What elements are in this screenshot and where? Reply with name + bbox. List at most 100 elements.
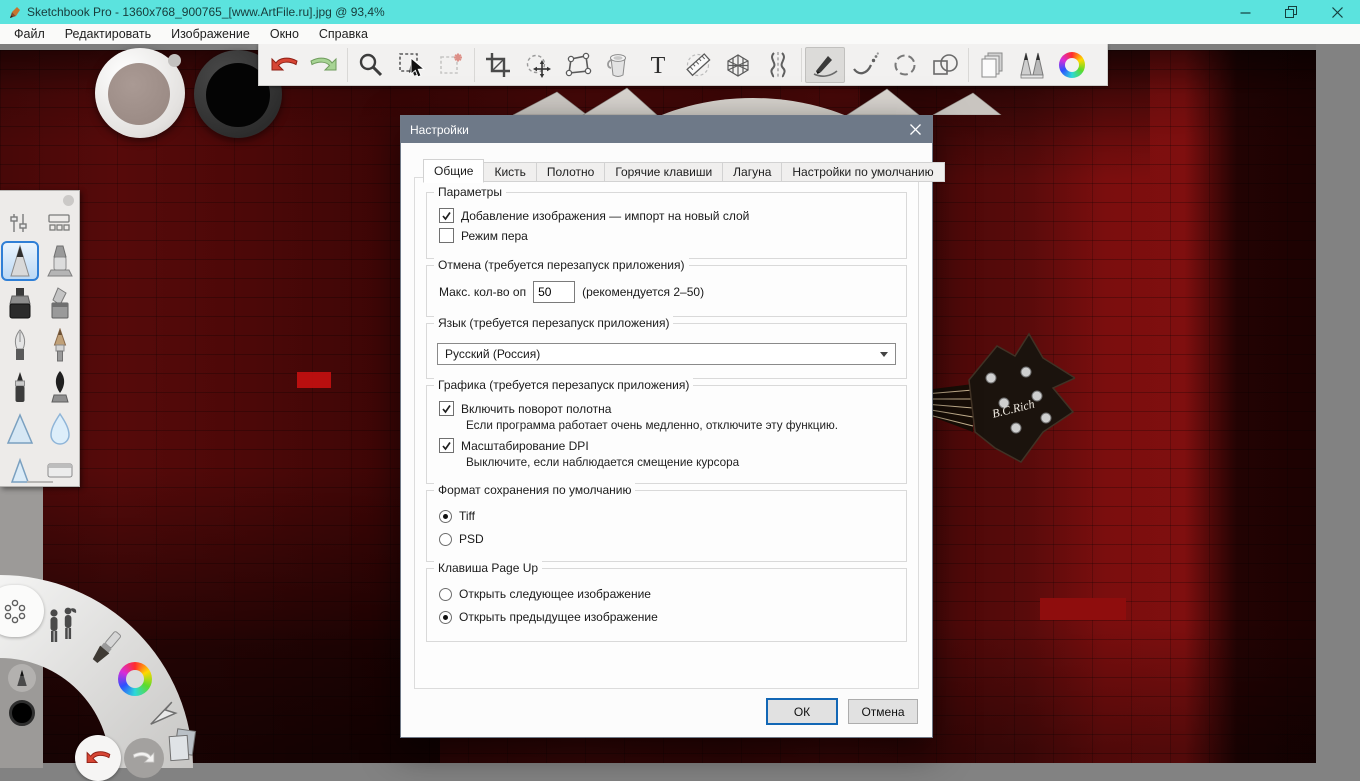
redo-button[interactable] bbox=[304, 47, 344, 83]
brush-puck-swatch bbox=[108, 63, 170, 125]
radio-row-tiff[interactable]: Tiff bbox=[439, 509, 898, 523]
checkbox-row-add-image[interactable]: Добавление изображения — импорт на новый… bbox=[439, 208, 898, 223]
tab-canvas[interactable]: Полотно bbox=[536, 162, 606, 182]
brushes-button[interactable] bbox=[1012, 47, 1052, 83]
brush-puck[interactable] bbox=[95, 48, 185, 138]
radio-row-psd[interactable]: PSD bbox=[439, 532, 898, 546]
crop-button[interactable] bbox=[478, 47, 518, 83]
undo-icon bbox=[86, 751, 111, 763]
pasteboard-bottom bbox=[0, 763, 1360, 768]
checkbox-row-dpi-scaling[interactable]: Масштабирование DPI bbox=[439, 438, 898, 453]
text-button[interactable]: T bbox=[638, 47, 678, 83]
menu-image[interactable]: Изображение bbox=[161, 24, 260, 44]
tab-general[interactable]: Общие bbox=[423, 159, 485, 183]
palette-resize-handle[interactable] bbox=[26, 481, 53, 483]
brush-felt-pen[interactable] bbox=[1, 367, 39, 407]
undo-count-input[interactable] bbox=[533, 281, 576, 303]
close-icon bbox=[910, 124, 921, 135]
brush-smudge[interactable] bbox=[1, 409, 39, 449]
layers-button[interactable] bbox=[972, 47, 1012, 83]
ruler-button[interactable] bbox=[678, 47, 718, 83]
brush-icon bbox=[92, 631, 121, 663]
language-select[interactable]: Русский (Россия) bbox=[437, 343, 896, 365]
group-legend: Отмена (требуется перезапуск приложения) bbox=[434, 258, 689, 272]
smudge-icon bbox=[6, 413, 34, 444]
radio-icon bbox=[439, 587, 452, 601]
group-legend: Формат сохранения по умолчанию bbox=[434, 483, 636, 497]
predictive-stroke-button[interactable] bbox=[845, 47, 885, 83]
marker-icon bbox=[9, 288, 31, 319]
brush-ballpoint[interactable] bbox=[1, 325, 39, 365]
minimize-button[interactable] bbox=[1222, 0, 1268, 24]
menu-help[interactable]: Справка bbox=[309, 24, 378, 44]
shapes-button[interactable] bbox=[925, 47, 965, 83]
close-button[interactable] bbox=[1314, 0, 1360, 24]
felt-pen-icon bbox=[15, 372, 25, 402]
wallpaper-spike-ornament bbox=[512, 87, 1002, 115]
brush-calligraphy[interactable] bbox=[41, 367, 79, 407]
pasteboard-right bbox=[1316, 44, 1360, 768]
lagoon-cursor-button[interactable] bbox=[148, 698, 182, 732]
palette-knob-icon bbox=[63, 195, 74, 206]
brush-paintbrush[interactable] bbox=[41, 325, 79, 365]
menu-window[interactable]: Окно bbox=[260, 24, 309, 44]
stroke-button[interactable] bbox=[805, 46, 845, 83]
symmetry-button[interactable] bbox=[758, 47, 798, 83]
restore-button[interactable] bbox=[1268, 0, 1314, 24]
perspective-button[interactable] bbox=[718, 47, 758, 83]
sliders-icon[interactable] bbox=[8, 213, 30, 233]
calligraphy-icon bbox=[51, 371, 69, 403]
ok-button[interactable]: ОК bbox=[766, 698, 838, 725]
group-parameters: Параметры Добавление изображения — импор… bbox=[426, 185, 907, 259]
checkbox-row-canvas-rotation[interactable]: Включить поворот полотна bbox=[439, 401, 898, 416]
checkbox-row-pen-mode[interactable]: Режим пера bbox=[439, 228, 898, 243]
tab-hotkeys[interactable]: Горячие клавиши bbox=[605, 162, 724, 182]
stroke-icon bbox=[813, 56, 838, 77]
ellipse-button[interactable] bbox=[885, 47, 925, 83]
menu-edit[interactable]: Редактировать bbox=[55, 24, 161, 44]
lagoon-undo-button[interactable] bbox=[75, 735, 121, 781]
settings-dialog: Настройки Общие Кисть Полотно Горячие кл… bbox=[400, 115, 945, 738]
lagoon-redo-button[interactable] bbox=[124, 738, 164, 778]
cancel-button[interactable]: Отмена bbox=[848, 699, 918, 724]
fill-button[interactable] bbox=[598, 47, 638, 83]
lagoon-layers-button[interactable] bbox=[165, 728, 199, 764]
lagoon-brush-button[interactable] bbox=[84, 626, 128, 670]
undo-button[interactable] bbox=[264, 47, 304, 83]
radio-row-previous-image[interactable]: Открыть предыдущее изображение bbox=[439, 610, 898, 624]
svg-text:T: T bbox=[651, 53, 666, 78]
dialog-close-button[interactable] bbox=[908, 122, 923, 137]
palette-header[interactable] bbox=[0, 191, 79, 206]
group-legend: Язык (требуется перезапуск приложения) bbox=[434, 316, 674, 330]
tab-lagoon[interactable]: Лагуна bbox=[723, 162, 783, 182]
checkbox-label: Режим пера bbox=[461, 228, 528, 243]
redo-icon bbox=[132, 751, 155, 763]
brush-marker[interactable] bbox=[1, 283, 39, 323]
pencil-icon bbox=[10, 244, 30, 277]
zoom-button[interactable] bbox=[351, 47, 391, 83]
lagoon-brush-swatch[interactable] bbox=[8, 664, 36, 692]
distort-button[interactable] bbox=[558, 47, 598, 83]
tab-defaults[interactable]: Настройки по умолчанию bbox=[782, 162, 945, 182]
language-selected-value: Русский (Россия) bbox=[445, 347, 541, 361]
dialog-titlebar[interactable]: Настройки bbox=[401, 116, 932, 143]
transform-button[interactable] bbox=[518, 47, 558, 83]
tab-brush[interactable]: Кисть bbox=[484, 162, 537, 182]
select-button[interactable] bbox=[391, 47, 431, 83]
brush-airbrush[interactable] bbox=[41, 241, 79, 281]
color-wheel-button[interactable] bbox=[1052, 47, 1092, 83]
predictive-stroke-icon bbox=[853, 51, 879, 74]
lagoon-figures-button[interactable] bbox=[42, 605, 80, 647]
lagoon-color-wheel-button[interactable] bbox=[118, 662, 152, 696]
group-language: Язык (требуется перезапуск приложения) Р… bbox=[426, 316, 907, 379]
brush-pencil[interactable] bbox=[1, 241, 39, 281]
brush-waterdrop[interactable] bbox=[41, 409, 79, 449]
menu-file[interactable]: Файл bbox=[4, 24, 55, 44]
brush-library-icon[interactable] bbox=[47, 213, 71, 233]
radio-row-next-image[interactable]: Открыть следующее изображение bbox=[439, 587, 898, 601]
brush-chisel-marker[interactable] bbox=[41, 283, 79, 323]
perspective-icon bbox=[727, 53, 749, 77]
zoom-icon bbox=[359, 53, 383, 76]
lagoon-color-swatch[interactable] bbox=[9, 700, 35, 726]
deselect-button[interactable] bbox=[431, 47, 471, 83]
